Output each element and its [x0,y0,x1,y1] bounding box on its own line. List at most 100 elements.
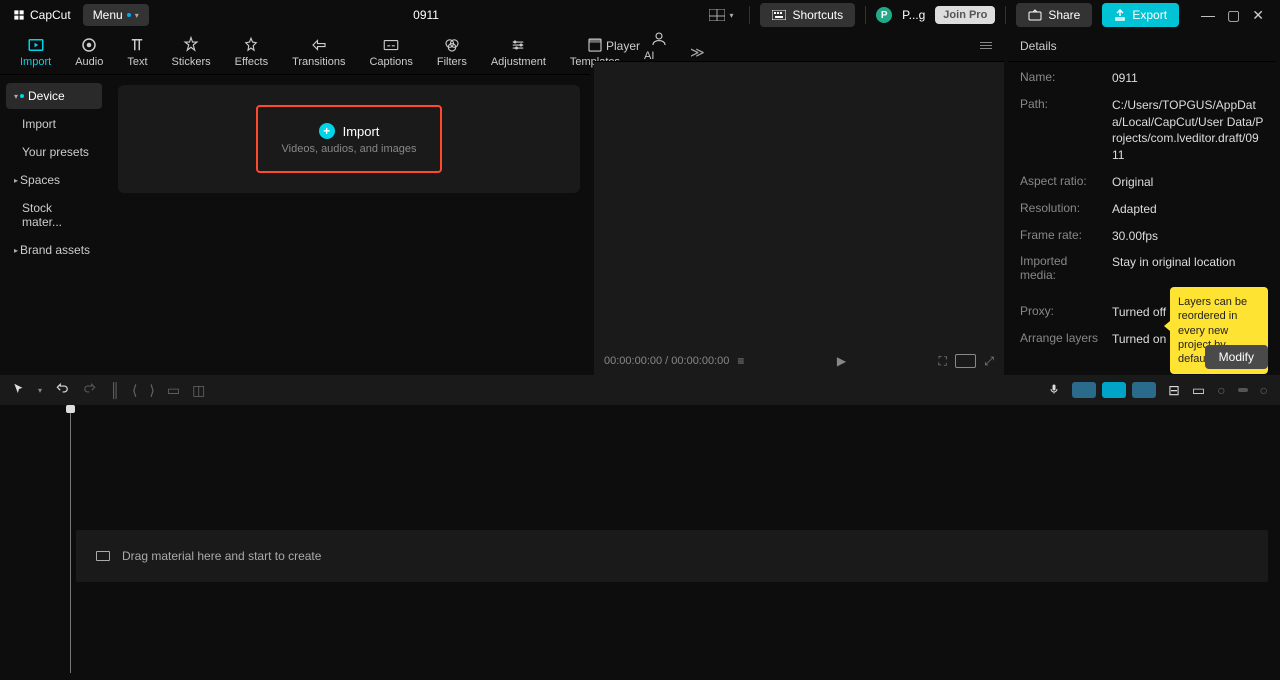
sidebar-item-label: Brand assets [20,243,90,257]
plus-icon: + [319,123,335,139]
crop-button[interactable]: ◫ [192,382,205,399]
details-aspect-value: Original [1112,174,1153,191]
details-resolution-value: Adapted [1112,201,1157,218]
playhead[interactable] [70,405,71,673]
tab-text[interactable]: Text [115,30,159,75]
pointer-tool[interactable] [12,382,26,399]
tab-label: Transitions [292,56,345,68]
maximize-button[interactable]: ▢ [1227,7,1240,24]
redo-button[interactable] [82,382,98,399]
app-name: CapCut [30,8,71,22]
chevron-down-icon: ▾ [135,11,139,20]
tab-stickers[interactable]: Stickers [160,30,223,75]
sidebar-item-stock[interactable]: Stock mater... [6,195,102,235]
sidebar-item-brand[interactable]: ▸ Brand assets [6,237,102,263]
details-title: Details [1020,39,1057,53]
delete-button[interactable]: ▭ [167,382,180,399]
play-button[interactable]: ▶ [837,354,846,368]
tab-effects[interactable]: Effects [223,30,280,75]
tab-label: Effects [235,56,268,68]
timeline-drop-hint[interactable]: Drag material here and start to create [76,530,1268,582]
import-title: Import [343,124,380,139]
ratio-button[interactable] [955,354,977,368]
player-viewport[interactable] [594,62,1004,347]
import-subtitle: Videos, audios, and images [282,143,417,155]
timeline-tracks[interactable]: Drag material here and start to create [0,405,1280,673]
magnet-mode-3[interactable] [1132,382,1156,398]
tab-label: Audio [75,56,103,68]
menu-button[interactable]: Menu ▾ [83,4,149,26]
undo-button[interactable] [54,382,70,399]
sidebar-item-label: Spaces [20,173,60,187]
mic-button[interactable] [1048,381,1060,400]
layout-button[interactable]: ▾ [703,5,739,25]
minimize-button[interactable]: — [1201,7,1215,23]
pointer-options[interactable]: ▾ [38,386,42,395]
magnet-mode-2[interactable] [1102,382,1126,398]
dot-icon [20,94,24,98]
tab-transitions[interactable]: Transitions [280,30,357,75]
sidebar-item-device[interactable]: ▾ Device [6,83,102,109]
drag-hint-text: Drag material here and start to create [122,549,321,563]
user-avatar[interactable]: P [876,7,892,23]
tab-label: Import [20,56,51,68]
split-button[interactable]: ║ [110,382,120,398]
export-label: Export [1132,8,1167,22]
sidebar-item-label: Stock mater... [22,201,94,229]
shortcuts-label: Shortcuts [792,8,843,22]
media-icon [96,551,110,561]
details-name-label: Name: [1020,70,1102,87]
app-logo: CapCut [4,8,79,22]
tab-label: Captions [369,56,412,68]
details-proxy-value: Turned off [1112,304,1166,321]
trim-left-button[interactable]: ⟨ [132,382,137,399]
sidebar-item-label: Your presets [22,145,89,159]
zoom-in-button[interactable]: ○ [1260,382,1268,398]
snap-button[interactable]: ⊟ [1168,382,1180,399]
share-label: Share [1048,8,1080,22]
chevron-right-icon: ▸ [14,176,18,185]
divider [749,6,750,24]
sidebar: ▾ Device Import Your presets ▸ Spaces St… [0,75,108,375]
modify-button[interactable]: Modify [1205,345,1268,369]
details-layers-value: Turned on [1112,331,1166,348]
import-dropzone[interactable]: + Import Videos, audios, and images [256,105,442,173]
sidebar-item-presets[interactable]: Your presets [6,139,102,165]
shortcuts-button[interactable]: Shortcuts [760,3,855,27]
top-tabs: Import Audio Text Stickers Effects Trans… [0,30,590,75]
tab-captions[interactable]: Captions [357,30,424,75]
sidebar-item-label: Import [22,117,56,131]
zoom-out-button[interactable]: ○ [1217,382,1225,398]
tab-audio[interactable]: Audio [63,30,115,75]
tab-label: Adjustment [491,56,546,68]
zoom-slider[interactable] [1238,388,1248,392]
details-proxy-label: Proxy: [1020,304,1102,321]
menu-dot-icon [127,13,131,17]
magnet-mode-1[interactable] [1072,382,1096,398]
details-framerate-value: 30.00fps [1112,228,1158,245]
player-menu-button[interactable] [980,42,992,49]
divider [865,6,866,24]
scan-icon[interactable]: ⛶ [938,354,946,369]
player-title: Player [606,39,640,53]
sidebar-item-spaces[interactable]: ▸ Spaces [6,167,102,193]
tab-import[interactable]: Import [8,30,63,75]
tooltip-arrow-icon [1164,321,1170,331]
fullscreen-button[interactable]: ⤢ [984,354,994,369]
tab-label: Text [127,56,147,68]
user-name: P...g [902,8,925,22]
player-indicator-icon: ≡ [737,354,744,368]
details-resolution-label: Resolution: [1020,201,1102,218]
share-button[interactable]: Share [1016,3,1092,27]
trim-right-button[interactable]: ⟩ [149,382,154,399]
join-pro-button[interactable]: Join Pro [935,6,995,24]
tab-filters[interactable]: Filters [425,30,479,75]
player-timecode: 00:00:00:00 / 00:00:00:00 [604,355,729,367]
details-aspect-label: Aspect ratio: [1020,174,1102,191]
tab-adjustment[interactable]: Adjustment [479,30,558,75]
preview-button[interactable]: ▭ [1192,382,1205,399]
export-button[interactable]: Export [1102,3,1179,27]
details-framerate-label: Frame rate: [1020,228,1102,245]
sidebar-item-import[interactable]: Import [6,111,102,137]
close-button[interactable]: ✕ [1252,7,1264,24]
